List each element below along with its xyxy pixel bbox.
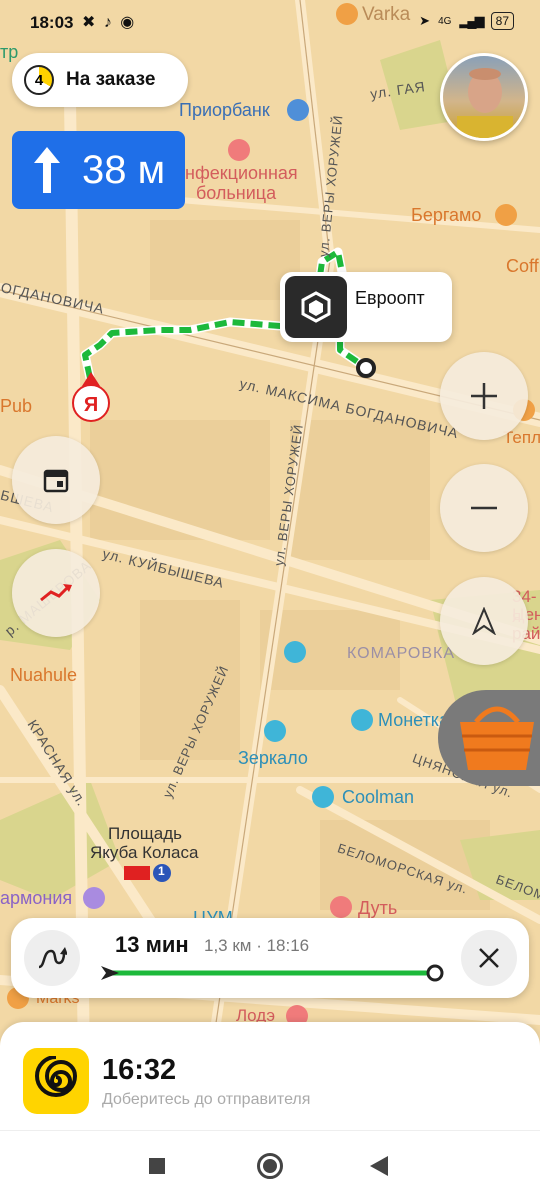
courier-basket-button[interactable] — [438, 690, 540, 786]
label-coff: Coff — [506, 256, 539, 276]
recent-apps-button[interactable] — [149, 1158, 165, 1174]
zoom-out-icon — [471, 506, 497, 510]
network-type: 4G — [438, 15, 452, 27]
route-progress-bar — [101, 964, 444, 982]
traffic-button[interactable] — [12, 549, 100, 637]
compass-icon — [472, 607, 496, 635]
route-duration: 13 мин — [115, 932, 189, 957]
label-str: тр — [0, 42, 19, 62]
order-bottom-sheet[interactable]: 16:32 Доберитесь до отправителя — [0, 1022, 540, 1130]
zoom-out-button[interactable] — [440, 464, 528, 552]
label-dut: Дуть — [358, 898, 398, 918]
schedule-button[interactable] — [12, 436, 100, 524]
app-logo-icon — [23, 1048, 89, 1114]
label-coolman: Coolman — [342, 787, 415, 807]
destination-marker — [356, 358, 376, 378]
battery-indicator: 87 — [490, 12, 514, 30]
route-options-button[interactable] — [24, 930, 80, 986]
label-zerkalo: Зеркало — [238, 748, 308, 768]
store-logo-icon — [285, 276, 347, 338]
back-button[interactable] — [370, 1156, 388, 1176]
pickup-subtitle: Доберитесь до отправителя — [102, 1091, 311, 1108]
label-priorbank: Приорбанк — [179, 100, 270, 120]
label-hospital-2: больница — [196, 183, 277, 203]
user-avatar[interactable] — [440, 53, 528, 141]
avatar-photo — [457, 68, 513, 138]
destination-name: Евроопт — [355, 287, 425, 308]
system-nav-bar — [0, 1130, 540, 1201]
label-nuahule: Nuahule — [10, 665, 78, 685]
basket-icon — [460, 706, 534, 770]
location-icon: ➤ — [419, 13, 431, 28]
svg-text:Я: Я — [84, 394, 98, 416]
label-pub: Pub — [0, 396, 33, 416]
status-bar: 18:03 ✖ ♪ ◉ ➤ 4G ▂▄▆ 87 — [0, 0, 540, 44]
route-summary-card[interactable]: 13 мин 1,3 км · 18:16 — [11, 918, 529, 998]
pickup-time: 16:32 — [102, 1054, 177, 1086]
status-right: ➤ 4G ▂▄▆ 87 — [419, 12, 514, 30]
compass-button[interactable] — [440, 577, 528, 665]
route-icon — [38, 947, 67, 969]
zoom-in-icon — [471, 383, 497, 409]
order-count-badge: 4 — [24, 65, 54, 95]
maneuver-panel[interactable]: 38 м — [12, 131, 185, 209]
destination-popup[interactable]: Евроопт — [280, 272, 452, 342]
traffic-toggle-icon — [40, 584, 72, 602]
route-details: 1,3 км · 18:16 — [204, 936, 310, 955]
maneuver-distance: 38 м — [82, 147, 166, 192]
calendar-icon — [43, 469, 69, 493]
label-bergamo: Бергамо — [411, 205, 482, 225]
order-status-button[interactable]: 4 На заказе — [12, 53, 188, 107]
label-metro-line: 1 — [158, 864, 165, 878]
signal-icon: ▂▄▆ — [459, 13, 484, 28]
close-icon — [479, 948, 499, 968]
status-time: 18:03 — [30, 13, 74, 32]
label-garmonia: армония — [0, 888, 73, 908]
home-button[interactable] — [257, 1153, 283, 1179]
label-komarovka: КОМАРОВКА — [347, 645, 456, 662]
cancel-route-button[interactable] — [461, 930, 517, 986]
label-hospital-1: нфекционная — [185, 163, 298, 183]
straight-arrow-icon — [12, 147, 82, 193]
label-square-1: Площадь — [108, 824, 183, 843]
zoom-in-button[interactable] — [440, 352, 528, 440]
order-status-label: На заказе — [66, 69, 156, 90]
label-square-2: Якуба Коласа — [90, 843, 199, 862]
notification-icons: ✖ ♪ ◉ — [82, 14, 137, 31]
